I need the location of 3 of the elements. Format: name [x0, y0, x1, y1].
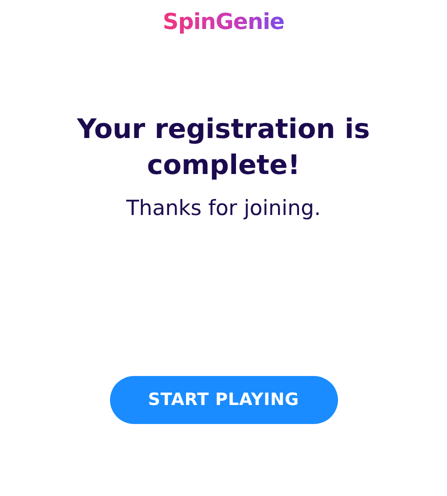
heading: Your registration is complete! [76, 113, 371, 183]
subtitle: Thanks for joining. [126, 195, 321, 222]
start-playing-button[interactable]: START PLAYING [110, 376, 338, 424]
